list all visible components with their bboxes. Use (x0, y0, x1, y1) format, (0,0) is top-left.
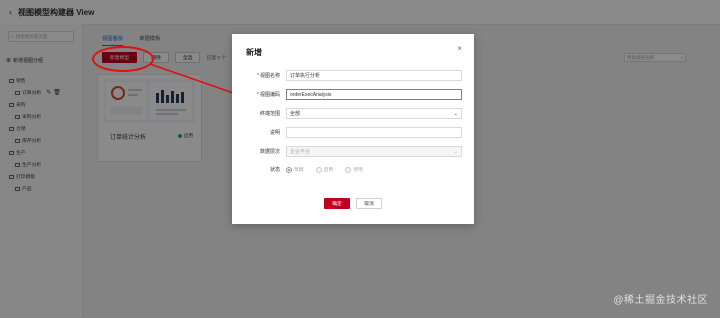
confirm-button[interactable]: 确定 (324, 198, 350, 209)
view-code-input[interactable]: orderExecAnalysis (286, 89, 462, 100)
radio-icon (345, 166, 352, 173)
modal-footer: 确定 取消 (232, 198, 474, 209)
watermark: @稀土掘金技术社区 (613, 295, 708, 306)
radio-icon (315, 166, 322, 173)
field-data-level: 数据层次 企业平台 ⌄ (232, 146, 474, 157)
status-radio-enabled[interactable]: 启用 (315, 166, 334, 173)
app-root: ‹ 视图模型构建器 View ⌕ 搜索模块或页面 ⊕ 新增视图分组 销售 订单分… (0, 0, 720, 318)
radio-icon (286, 166, 292, 173)
data-level-select: 企业平台 ⌄ (286, 146, 462, 157)
required-mark: * (257, 92, 259, 98)
status-radio-disabled[interactable]: 停用 (345, 166, 363, 173)
field-label: 视图编码 (259, 92, 280, 98)
field-label: 状态 (269, 167, 280, 173)
field-view-code: *视图编码 orderExecAnalysis (232, 89, 474, 100)
field-view-name: *视图名称 订单执行分析 (232, 70, 474, 81)
terminal-scope-select[interactable]: 全部 ⌄ (286, 108, 462, 119)
required-mark: * (257, 73, 259, 79)
field-status: 状态 草稿 启用 停用 (232, 164, 474, 175)
field-description: 说明 (232, 127, 474, 138)
radio-label: 草稿 (294, 168, 304, 173)
data-level-value: 企业平台 (290, 149, 311, 155)
field-label: 视图名称 (259, 73, 280, 79)
field-terminal-scope: 终端范围 全部 ⌄ (232, 108, 474, 119)
radio-label: 启用 (323, 168, 334, 173)
view-name-value: 订单执行分析 (290, 73, 321, 79)
close-icon[interactable]: × (457, 44, 462, 53)
chevron-down-icon: ⌄ (453, 110, 458, 117)
field-label: 数据层次 (259, 149, 280, 155)
field-label: 终端范围 (259, 111, 280, 117)
view-name-input[interactable]: 订单执行分析 (286, 70, 462, 81)
view-code-value: orderExecAnalysis (290, 91, 332, 98)
modal-title: 新增 (246, 48, 262, 57)
chevron-down-icon: ⌄ (453, 148, 458, 155)
radio-label: 停用 (353, 168, 363, 173)
terminal-scope-value: 全部 (290, 111, 301, 117)
field-label: 说明 (269, 130, 280, 136)
description-input[interactable] (286, 127, 462, 138)
cancel-button[interactable]: 取消 (356, 198, 382, 209)
status-radio-draft[interactable]: 草稿 (286, 166, 304, 173)
new-view-modal: 新增 × *视图名称 订单执行分析 *视图编码 orderExecAnalysi… (232, 34, 474, 224)
status-radio-group: 草稿 启用 停用 (286, 166, 363, 173)
